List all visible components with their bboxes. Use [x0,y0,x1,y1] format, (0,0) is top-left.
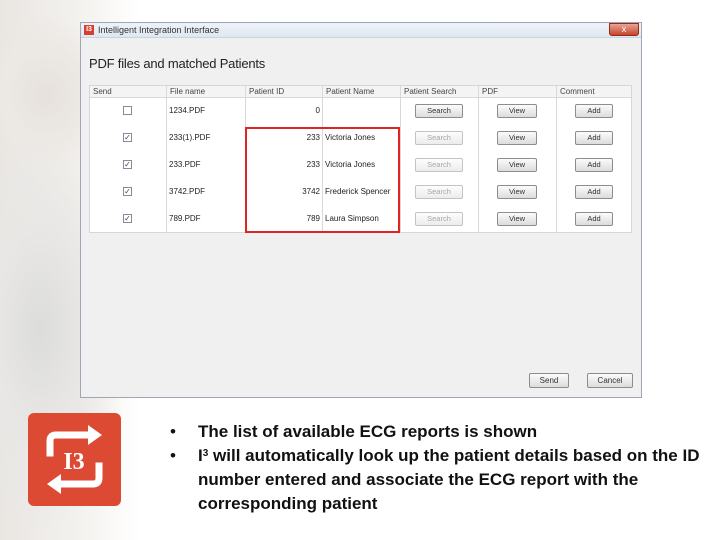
add-comment-button[interactable]: Add [575,104,613,118]
bullet-marker: • [170,422,176,441]
send-button[interactable]: Send [529,373,569,388]
dialog-heading: PDF files and matched Patients [89,56,266,71]
view-pdf-button[interactable]: View [497,158,537,172]
add-comment-button[interactable]: Add [575,212,613,226]
file-name-cell: 1234.PDF [167,97,246,124]
table-row[interactable]: ✓ 3742.PDF 3742 Frederick Spencer Search View… [90,178,631,205]
send-checkbox[interactable]: ✓ [123,160,132,169]
patient-name-cell: Victoria Jones [323,151,401,178]
patient-search-cell: Search [401,97,479,124]
column-header-patient-search[interactable]: Patient Search [401,86,479,97]
bullet-marker: • [170,446,176,465]
send-checkbox[interactable]: ✓ [123,187,132,196]
column-header-file-name[interactable]: File name [167,86,246,97]
column-header-pdf[interactable]: PDF [479,86,557,97]
pdf-cell: View [479,178,557,205]
view-pdf-button[interactable]: View [497,104,537,118]
column-header-comment[interactable]: Comment [557,86,631,97]
pdf-cell: View [479,124,557,151]
send-cell: ✓ [90,151,167,178]
column-header-patient-name[interactable]: Patient Name [323,86,401,97]
bullet-list: • The list of available ECG reports is s… [170,420,700,516]
bullet-item-1: • The list of available ECG reports is s… [170,420,700,444]
patient-id-cell[interactable]: 233 [246,124,323,151]
file-name-cell: 233.PDF [167,151,246,178]
pdf-cell: View [479,151,557,178]
pdf-cell: View [479,97,557,124]
table-row[interactable]: 1234.PDF 0 Search View Add [90,97,631,124]
send-cell: ✓ [90,178,167,205]
patient-name-cell [323,97,401,124]
view-pdf-button[interactable]: View [497,185,537,199]
comment-cell: Add [557,205,631,232]
table-row[interactable]: ✓ 789.PDF 789 Laura Simpson Search View Add [90,205,631,232]
app-logo-icon: I3 [84,25,94,35]
bullet-text-2-sup: 3 [202,448,209,459]
app-window: I3 Intelligent Integration Interface x P… [80,22,642,398]
search-button[interactable]: Search [415,131,463,145]
view-pdf-button[interactable]: View [497,131,537,145]
logo-text: I3 [63,449,84,475]
pdf-cell: View [479,205,557,232]
patient-name-cell: Laura Simpson [323,205,401,232]
send-cell: ✓ [90,205,167,232]
table-row[interactable]: ✓ 233(1).PDF 233 Victoria Jones Search View Ad… [90,124,631,151]
title-bar[interactable]: I3 Intelligent Integration Interface x [81,23,641,38]
bullet-text-2-rest: will automatically look up the patient d… [198,446,700,513]
column-header-patient-id[interactable]: Patient ID [246,86,323,97]
patient-search-cell: Search [401,205,479,232]
close-button[interactable]: x [609,23,639,36]
window-title: Intelligent Integration Interface [98,25,220,35]
send-checkbox[interactable]: ✓ [123,214,132,223]
patient-search-cell: Search [401,178,479,205]
patient-name-cell: Frederick Spencer [323,178,401,205]
sync-arrows-icon: I3 [46,425,103,494]
add-comment-button[interactable]: Add [575,158,613,172]
file-name-cell: 233(1).PDF [167,124,246,151]
patient-id-cell[interactable]: 233 [246,151,323,178]
comment-cell: Add [557,178,631,205]
search-button[interactable]: Search [415,158,463,172]
send-cell [90,97,167,124]
send-cell: ✓ [90,124,167,151]
patient-id-cell[interactable]: 3742 [246,178,323,205]
send-checkbox[interactable]: ✓ [123,133,132,142]
search-button[interactable]: Search [415,212,463,226]
send-checkbox[interactable] [123,106,132,115]
file-name-cell: 789.PDF [167,205,246,232]
column-header-send[interactable]: Send [90,86,167,97]
bullet-item-2: • I3 will automatically look up the pati… [170,444,700,516]
add-comment-button[interactable]: Add [575,185,613,199]
cancel-button[interactable]: Cancel [587,373,633,388]
comment-cell: Add [557,97,631,124]
patient-search-cell: Search [401,151,479,178]
comment-cell: Add [557,151,631,178]
view-pdf-button[interactable]: View [497,212,537,226]
patient-search-cell: Search [401,124,479,151]
patient-id-cell[interactable]: 789 [246,205,323,232]
table-empty-area [89,233,632,361]
patients-table: Send File name Patient ID Patient Name P… [89,85,632,233]
file-name-cell: 3742.PDF [167,178,246,205]
search-button[interactable]: Search [415,185,463,199]
patient-name-cell: Victoria Jones [323,124,401,151]
add-comment-button[interactable]: Add [575,131,613,145]
i3-logo: I3 [28,413,121,506]
table-row[interactable]: ✓ 233.PDF 233 Victoria Jones Search View Add [90,151,631,178]
comment-cell: Add [557,124,631,151]
patient-id-cell[interactable]: 0 [246,97,323,124]
bullet-text-1: The list of available ECG reports is sho… [198,422,538,441]
search-button[interactable]: Search [415,104,463,118]
